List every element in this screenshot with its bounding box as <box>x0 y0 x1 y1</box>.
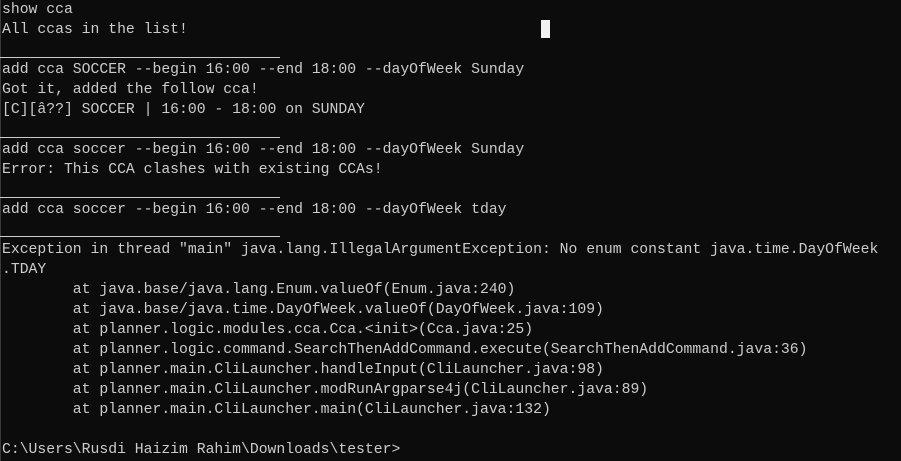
command-line: add cca soccer --begin 16:00 --end 18:00… <box>2 202 507 218</box>
stack-trace-line: at planner.logic.modules.cca.Cca.<init>(… <box>2 322 534 338</box>
output-line: Got it, added the follow cca! <box>2 82 259 98</box>
separator-line <box>0 197 280 198</box>
stack-trace-line: at planner.logic.command.SearchThenAddCo… <box>2 342 808 358</box>
exception-line: .TDAY <box>2 262 47 278</box>
stack-trace-line: at java.base/java.time.DayOfWeek.valueOf… <box>2 302 604 318</box>
shell-prompt[interactable]: C:\Users\Rusdi Haizim Rahim\Downloads\te… <box>2 440 400 460</box>
window-edge <box>0 0 1 461</box>
error-line: Error: This CCA clashes with existing CC… <box>2 162 383 178</box>
stack-trace-line: at planner.main.CliLauncher.modRunArgpar… <box>2 382 649 398</box>
stack-trace-line: at planner.main.CliLauncher.handleInput(… <box>2 362 604 378</box>
separator-line <box>0 57 280 58</box>
output-line: [C][â??] SOCCER | 16:00 - 18:00 on SUNDA… <box>2 102 365 118</box>
stack-trace-line: at java.base/java.lang.Enum.valueOf(Enum… <box>2 282 516 298</box>
output-line: All ccas in the list! <box>2 22 188 38</box>
separator-line <box>0 137 280 138</box>
terminal-window[interactable]: show cca All ccas in the list! add cca S… <box>0 0 901 461</box>
text-cursor <box>541 20 550 38</box>
stack-trace-line: at planner.main.CliLauncher.main(CliLaun… <box>2 402 551 418</box>
separator-line <box>0 236 280 237</box>
command-line: add cca SOCCER --begin 16:00 --end 18:00… <box>2 62 525 78</box>
command-line: show cca <box>2 2 73 18</box>
exception-line: Exception in thread "main" java.lang.Ill… <box>2 242 879 258</box>
command-line: add cca soccer --begin 16:00 --end 18:00… <box>2 142 525 158</box>
